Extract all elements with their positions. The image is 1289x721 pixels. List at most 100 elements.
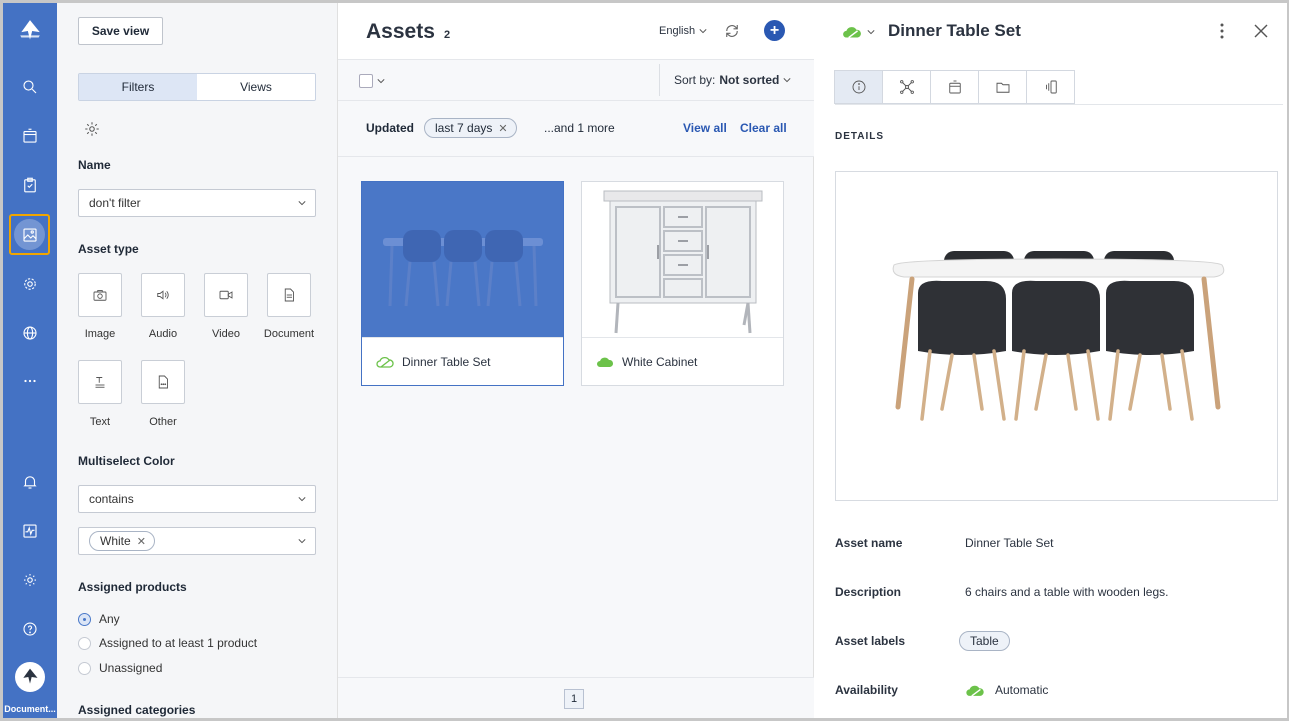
asset-type-audio[interactable]: [141, 273, 185, 317]
page-button[interactable]: 1: [564, 689, 584, 709]
radio-any[interactable]: Any: [78, 612, 120, 626]
globe-nav[interactable]: [3, 313, 57, 353]
save-view-button[interactable]: Save view: [78, 17, 163, 45]
more-filters[interactable]: ...and 1 more: [544, 121, 615, 135]
asset-card-footer: White Cabinet: [582, 337, 783, 385]
app-logo[interactable]: [3, 11, 57, 51]
asset-type-other-label: Other: [149, 416, 177, 428]
globe-icon: [23, 326, 37, 340]
remove-chip-icon[interactable]: ✕: [498, 122, 507, 135]
activity-nav[interactable]: [3, 511, 57, 551]
cloud-icon[interactable]: [842, 25, 862, 39]
asset-card-title: White Cabinet: [622, 354, 698, 369]
chevron-down-icon: [298, 539, 306, 544]
clipboard-check-icon: [24, 177, 36, 193]
chevron-down-icon[interactable]: [867, 28, 875, 36]
settings-nav[interactable]: [3, 560, 57, 600]
remove-chip-icon[interactable]: ✕: [137, 535, 146, 548]
list-toolbar: Sort by: Not sorted: [338, 59, 814, 101]
filter-view-toggle: Filters Views: [78, 73, 316, 101]
filter-field-label: Updated: [366, 121, 414, 135]
availability-label: Availability: [835, 683, 898, 697]
add-asset-button[interactable]: +: [764, 20, 785, 41]
gear-icon[interactable]: [83, 120, 101, 138]
asset-card-white-cabinet[interactable]: White Cabinet: [581, 181, 784, 386]
detail-tabs: [834, 70, 1075, 104]
radio-dot: [78, 612, 91, 626]
search-nav[interactable]: [3, 67, 57, 107]
description-label: Description: [835, 585, 902, 599]
asset-card-footer: Dinner Table Set: [362, 337, 563, 385]
close-icon[interactable]: [1253, 23, 1269, 39]
asset-count: 2: [444, 29, 451, 41]
notifications-nav[interactable]: [3, 462, 57, 502]
video-icon: [219, 290, 233, 300]
chevron-down-icon: [298, 497, 306, 502]
camera-icon: [93, 290, 107, 301]
language-select[interactable]: English: [659, 25, 707, 37]
assets-panel: Assets 2 English + Sort by: Not sorted U…: [338, 3, 814, 718]
view-all-link[interactable]: View all: [683, 121, 727, 135]
help-nav[interactable]: [3, 609, 57, 649]
products-nav[interactable]: [3, 116, 57, 156]
cloud-icon: [966, 685, 984, 696]
toolbar-divider: [659, 64, 660, 96]
radio-label: Any: [99, 612, 120, 626]
document-icon: [284, 288, 294, 302]
gear-icon: [24, 574, 36, 586]
sort-prefix: Sort by:: [674, 73, 716, 87]
clear-all-link[interactable]: Clear all: [740, 121, 787, 135]
info-icon: [852, 80, 865, 94]
box-icon: [948, 80, 961, 94]
asset-name-value: Dinner Table Set: [965, 536, 1054, 550]
radio-dot: [78, 636, 91, 650]
tab-filters[interactable]: Filters: [79, 74, 197, 100]
tab-versions[interactable]: [1026, 70, 1075, 104]
asset-detail-panel: Dinner Table Set DETAILS Asset name Dinn…: [814, 3, 1287, 718]
availability-text: Automatic: [995, 683, 1049, 697]
asset-type-text[interactable]: [78, 360, 122, 404]
description-value: 6 chairs and a table with wooden legs.: [965, 585, 1169, 599]
network-icon: [899, 80, 914, 94]
radio-assigned[interactable]: Assigned to at least 1 product: [78, 636, 257, 650]
asset-preview[interactable]: [835, 171, 1278, 501]
chevron-down-icon[interactable]: [377, 77, 385, 85]
workspace-avatar[interactable]: [15, 662, 45, 692]
more-nav[interactable]: [3, 361, 57, 401]
multiselect-value-select[interactable]: White ✕: [78, 527, 316, 555]
name-filter-select[interactable]: don't filter: [78, 189, 316, 217]
tab-relations[interactable]: [882, 70, 931, 104]
tab-folders[interactable]: [978, 70, 1027, 104]
select-all-checkbox[interactable]: [359, 74, 373, 88]
language-value: English: [659, 25, 696, 37]
asset-type-image[interactable]: [78, 273, 122, 317]
workspace-label: Document...: [4, 704, 56, 714]
asset-type-document[interactable]: [267, 273, 311, 317]
asset-type-audio-label: Audio: [148, 328, 178, 340]
sort-value: Not sorted: [719, 73, 780, 87]
sort-select[interactable]: Sort by: Not sorted: [674, 73, 791, 87]
tab-products[interactable]: [930, 70, 979, 104]
kebab-menu-icon[interactable]: [1217, 21, 1227, 41]
label-pill[interactable]: Table: [959, 631, 1010, 651]
radio-dot: [78, 661, 91, 675]
asset-thumbnail: [362, 182, 563, 337]
automation-nav[interactable]: [3, 264, 57, 304]
text-icon: [95, 377, 105, 388]
folder-icon: [996, 82, 1009, 93]
multiselect-operator-select[interactable]: contains: [78, 485, 316, 513]
asset-type-video[interactable]: [204, 273, 248, 317]
asset-card-dinner-table[interactable]: Dinner Table Set: [361, 181, 564, 386]
tasks-nav[interactable]: [3, 165, 57, 205]
assets-header: Assets 2 English +: [338, 3, 814, 59]
assets-nav[interactable]: [9, 214, 50, 255]
more-dots-icon: [24, 379, 36, 383]
filter-chip[interactable]: last 7 days ✕: [424, 118, 517, 138]
refresh-icon[interactable]: [723, 22, 741, 40]
asset-type-other[interactable]: [141, 360, 185, 404]
tab-info[interactable]: [834, 70, 883, 104]
tab-views[interactable]: Views: [197, 74, 315, 100]
radio-unassigned[interactable]: Unassigned: [78, 661, 162, 675]
detail-title: Dinner Table Set: [888, 21, 1021, 40]
assigned-categories-label: Assigned categories: [78, 703, 196, 717]
